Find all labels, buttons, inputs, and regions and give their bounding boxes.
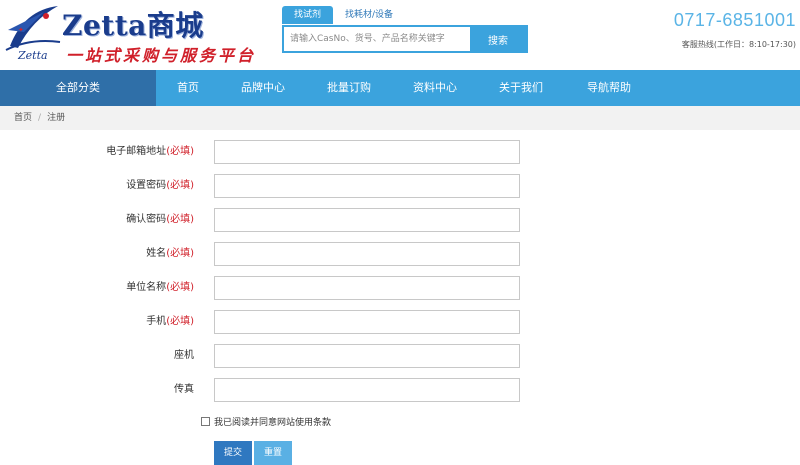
field-label: 传真 xyxy=(174,378,194,402)
hotline-number: 0717-6851001 xyxy=(673,10,796,30)
tab-consumables[interactable]: 找耗材/设备 xyxy=(333,6,405,24)
reset-button[interactable]: 重置 xyxy=(254,441,292,465)
search-button[interactable]: 搜索 xyxy=(470,27,526,51)
logo-slogan: 一站式采购与服务平台 xyxy=(66,46,257,65)
nav-item-bulk-order[interactable]: 批量订购 xyxy=(306,70,392,106)
search-tabs: 找试剂 找耗材/设备 xyxy=(282,6,405,24)
field-label-text: 确认密码 xyxy=(126,214,167,225)
form-row-confirm-password: 确认密码(必填) xyxy=(0,208,800,232)
nav-all-categories[interactable]: 全部分类 xyxy=(0,70,156,106)
logo-mark-text: Zetta xyxy=(18,49,48,62)
nav-item-home[interactable]: 首页 xyxy=(156,70,220,106)
field-label: 电子邮箱地址(必填) xyxy=(106,140,194,164)
terms-checkbox[interactable] xyxy=(201,416,210,426)
field-label: 座机 xyxy=(174,344,194,368)
confirm-password-field[interactable] xyxy=(214,208,520,232)
nav-item-about[interactable]: 关于我们 xyxy=(478,70,564,106)
form-row-fax: 传真 xyxy=(0,378,800,402)
site-header: ✦ Zetta商城 Zetta 一站式采购与服务平台 找试剂 找耗材/设备 搜索… xyxy=(0,0,800,70)
required-mark: (必填) xyxy=(166,282,194,293)
field-label: 设置密码(必填) xyxy=(126,174,194,198)
terms-label[interactable]: 我已阅读并同意网站使用条款 xyxy=(214,415,331,428)
breadcrumb-current: 注册 xyxy=(47,113,66,123)
field-label-text: 姓名 xyxy=(146,248,167,259)
fax-field[interactable] xyxy=(214,378,520,402)
submit-button[interactable]: 提交 xyxy=(214,441,252,465)
field-label: 确认密码(必填) xyxy=(126,208,194,232)
hotline-hours: 客服热线(工作日：8:10-17:30) xyxy=(681,40,796,49)
required-mark: (必填) xyxy=(166,214,194,225)
landline-field[interactable] xyxy=(214,344,520,368)
nav-item-help[interactable]: 导航帮助 xyxy=(564,70,654,106)
field-label-text: 座机 xyxy=(174,350,194,361)
breadcrumb-separator: / xyxy=(38,113,42,123)
name-field[interactable] xyxy=(214,242,520,266)
field-label-text: 手机 xyxy=(146,316,167,327)
field-label-text: 设置密码 xyxy=(126,180,167,191)
nav-item-resources[interactable]: 资料中心 xyxy=(392,70,478,106)
form-row-email: 电子邮箱地址(必填) xyxy=(0,140,800,164)
field-label: 姓名(必填) xyxy=(146,242,194,266)
hotline-block: 0717-6851001 客服热线(工作日：8:10-17:30) xyxy=(674,10,796,50)
search-box: 搜索 xyxy=(282,25,528,53)
site-logo[interactable]: ✦ Zetta商城 Zetta 一站式采购与服务平台 xyxy=(4,2,274,65)
nav-item-brands[interactable]: 品牌中心 xyxy=(220,70,306,106)
mobile-field[interactable] xyxy=(214,310,520,334)
search-panel: 找试剂 找耗材/设备 搜索 xyxy=(282,6,528,53)
organization-field[interactable] xyxy=(214,276,520,300)
field-label: 手机(必填) xyxy=(146,310,194,334)
field-label-text: 单位名称 xyxy=(126,282,167,293)
form-row-password: 设置密码(必填) xyxy=(0,174,800,198)
form-row-landline: 座机 xyxy=(0,344,800,368)
logo-title: Zetta商城 xyxy=(62,9,204,42)
email-field[interactable] xyxy=(214,140,520,164)
password-field[interactable] xyxy=(214,174,520,198)
field-label-text: 传真 xyxy=(174,384,194,395)
breadcrumb: 首页 / 注册 xyxy=(0,106,800,130)
required-mark: (必填) xyxy=(166,316,194,327)
form-row-organization: 单位名称(必填) xyxy=(0,276,800,300)
field-label: 单位名称(必填) xyxy=(126,276,194,300)
breadcrumb-home[interactable]: 首页 xyxy=(14,113,32,123)
required-mark: (必填) xyxy=(166,180,194,191)
required-mark: (必填) xyxy=(166,248,194,259)
svg-text:✦: ✦ xyxy=(18,26,24,34)
form-row-mobile: 手机(必填) xyxy=(0,310,800,334)
main-nav: 全部分类 首页 品牌中心 批量订购 资料中心 关于我们 导航帮助 xyxy=(0,70,800,106)
terms-agreement: 我已阅读并同意网站使用条款 xyxy=(201,414,331,428)
form-row-name: 姓名(必填) xyxy=(0,242,800,266)
field-label-text: 电子邮箱地址 xyxy=(106,146,167,157)
required-mark: (必填) xyxy=(166,146,194,157)
search-input[interactable] xyxy=(284,27,470,51)
tab-reagents[interactable]: 找试剂 xyxy=(282,6,334,24)
